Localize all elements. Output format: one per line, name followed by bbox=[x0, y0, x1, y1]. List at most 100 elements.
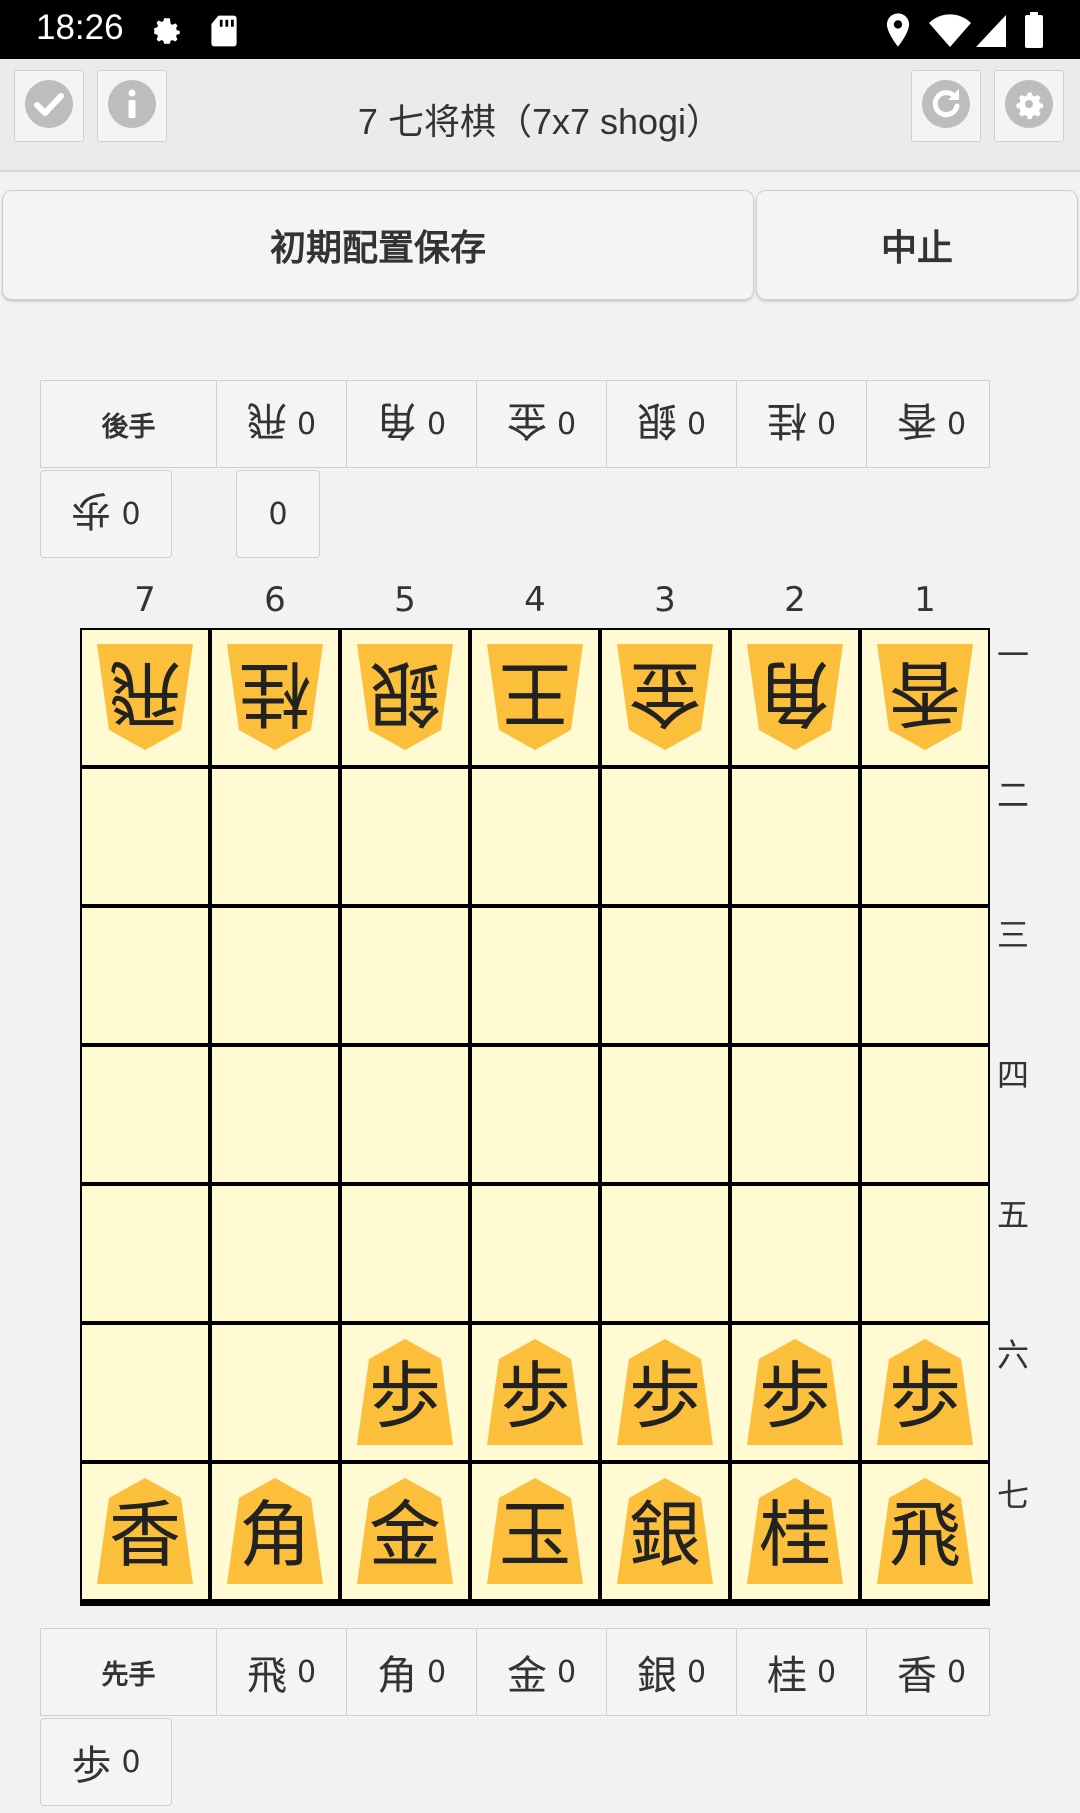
board-square[interactable] bbox=[472, 769, 598, 904]
board-square[interactable] bbox=[342, 1047, 468, 1182]
board-square[interactable] bbox=[212, 769, 338, 904]
board-square[interactable]: 歩 bbox=[472, 1325, 598, 1460]
board-square[interactable]: 香 bbox=[862, 630, 988, 765]
rank-label: 四 bbox=[997, 1056, 1030, 1094]
sente-hand-fu[interactable]: 歩 0 bbox=[40, 1718, 172, 1806]
sente-hand-kyo[interactable]: 香0 bbox=[867, 1629, 996, 1715]
board-square[interactable] bbox=[602, 1186, 728, 1321]
gote-piece[interactable]: 香 bbox=[875, 642, 975, 752]
board-square[interactable] bbox=[82, 1047, 208, 1182]
board-square[interactable] bbox=[212, 1047, 338, 1182]
piece-label: 金 bbox=[629, 651, 702, 735]
board-square[interactable] bbox=[342, 1186, 468, 1321]
board-square[interactable] bbox=[732, 908, 858, 1043]
sente-piece[interactable]: 飛 bbox=[875, 1476, 975, 1586]
board-square[interactable]: 歩 bbox=[342, 1325, 468, 1460]
shogi-board: 飛桂銀王金角香歩歩歩歩歩香角金玉銀桂飛 bbox=[80, 628, 990, 1606]
sente-piece[interactable]: 香 bbox=[95, 1476, 195, 1586]
gote-hand-gin[interactable]: 銀0 bbox=[607, 381, 737, 467]
sente-piece[interactable]: 玉 bbox=[485, 1476, 585, 1586]
piece-label: 角 bbox=[238, 1493, 311, 1577]
sente-piece[interactable]: 歩 bbox=[745, 1337, 845, 1447]
gote-hand-kaku[interactable]: 角0 bbox=[347, 381, 477, 467]
gote-extra-count[interactable]: 0 bbox=[236, 470, 320, 558]
board-square[interactable] bbox=[342, 769, 468, 904]
board-square[interactable] bbox=[212, 908, 338, 1043]
board-square[interactable] bbox=[82, 1186, 208, 1321]
sente-piece[interactable]: 角 bbox=[225, 1476, 325, 1586]
board-square[interactable] bbox=[862, 1186, 988, 1321]
board-square[interactable]: 角 bbox=[212, 1464, 338, 1599]
gote-piece[interactable]: 桂 bbox=[225, 642, 325, 752]
sente-hand-kin[interactable]: 金0 bbox=[477, 1629, 607, 1715]
rank-label: 六 bbox=[997, 1336, 1030, 1374]
sente-piece[interactable]: 歩 bbox=[615, 1337, 715, 1447]
file-label: 1 bbox=[914, 580, 936, 620]
board-square[interactable] bbox=[862, 769, 988, 904]
gote-piece[interactable]: 金 bbox=[615, 642, 715, 752]
gote-hand-kyo[interactable]: 香0 bbox=[867, 381, 996, 467]
gote-hand-kei[interactable]: 桂0 bbox=[737, 381, 867, 467]
board-square[interactable] bbox=[732, 769, 858, 904]
info-button[interactable] bbox=[97, 70, 167, 142]
check-button[interactable] bbox=[14, 70, 84, 142]
sente-hand-gin[interactable]: 銀0 bbox=[607, 1629, 737, 1715]
board-square[interactable]: 飛 bbox=[862, 1464, 988, 1599]
board-square[interactable]: 桂 bbox=[732, 1464, 858, 1599]
board-square[interactable] bbox=[82, 1325, 208, 1460]
check-icon bbox=[24, 79, 74, 133]
app-bar: 7 七将棋（7x7 shogi） bbox=[0, 59, 1080, 172]
board-square[interactable] bbox=[472, 1047, 598, 1182]
gote-hand-fu[interactable]: 歩 0 bbox=[40, 470, 172, 558]
board-square[interactable]: 玉 bbox=[472, 1464, 598, 1599]
board-square[interactable] bbox=[212, 1186, 338, 1321]
sente-hand-kei[interactable]: 桂0 bbox=[737, 1629, 867, 1715]
refresh-button[interactable] bbox=[911, 70, 981, 142]
board-square[interactable]: 銀 bbox=[602, 1464, 728, 1599]
gote-piece[interactable]: 王 bbox=[485, 642, 585, 752]
board-square[interactable] bbox=[342, 908, 468, 1043]
board-square[interactable]: 銀 bbox=[342, 630, 468, 765]
board-square[interactable] bbox=[82, 769, 208, 904]
board-square[interactable] bbox=[472, 1186, 598, 1321]
sente-piece[interactable]: 銀 bbox=[615, 1476, 715, 1586]
board-square[interactable] bbox=[602, 1047, 728, 1182]
board-square[interactable] bbox=[472, 908, 598, 1043]
board-square[interactable] bbox=[212, 1325, 338, 1460]
board-square[interactable] bbox=[732, 1047, 858, 1182]
gote-piece[interactable]: 飛 bbox=[95, 642, 195, 752]
sente-piece[interactable]: 歩 bbox=[355, 1337, 455, 1447]
settings-button[interactable] bbox=[994, 70, 1064, 142]
file-label: 3 bbox=[654, 580, 676, 620]
sente-piece[interactable]: 歩 bbox=[485, 1337, 585, 1447]
board-square[interactable] bbox=[862, 1047, 988, 1182]
gote-hand-kin[interactable]: 金0 bbox=[477, 381, 607, 467]
board-square[interactable]: 飛 bbox=[82, 630, 208, 765]
board-square[interactable] bbox=[732, 1186, 858, 1321]
cancel-button[interactable]: 中止 bbox=[756, 190, 1078, 300]
piece-label: 王 bbox=[499, 651, 572, 735]
board-square[interactable] bbox=[82, 908, 208, 1043]
board-square[interactable] bbox=[862, 908, 988, 1043]
board-square[interactable]: 王 bbox=[472, 630, 598, 765]
board-square[interactable]: 桂 bbox=[212, 630, 338, 765]
board-square[interactable]: 金 bbox=[602, 630, 728, 765]
gote-piece[interactable]: 銀 bbox=[355, 642, 455, 752]
sente-piece[interactable]: 歩 bbox=[875, 1337, 975, 1447]
gote-hand-hisha[interactable]: 飛0 bbox=[217, 381, 347, 467]
sente-hand-hisha[interactable]: 飛0 bbox=[217, 1629, 347, 1715]
file-label: 7 bbox=[134, 580, 156, 620]
board-square[interactable]: 香 bbox=[82, 1464, 208, 1599]
board-square[interactable] bbox=[602, 769, 728, 904]
sente-piece[interactable]: 桂 bbox=[745, 1476, 845, 1586]
board-square[interactable]: 歩 bbox=[602, 1325, 728, 1460]
sente-piece[interactable]: 金 bbox=[355, 1476, 455, 1586]
board-square[interactable] bbox=[602, 908, 728, 1043]
board-square[interactable]: 歩 bbox=[862, 1325, 988, 1460]
board-square[interactable]: 角 bbox=[732, 630, 858, 765]
board-square[interactable]: 歩 bbox=[732, 1325, 858, 1460]
gote-piece[interactable]: 角 bbox=[745, 642, 845, 752]
sente-hand-kaku[interactable]: 角0 bbox=[347, 1629, 477, 1715]
board-square[interactable]: 金 bbox=[342, 1464, 468, 1599]
save-initial-position-button[interactable]: 初期配置保存 bbox=[2, 190, 754, 300]
